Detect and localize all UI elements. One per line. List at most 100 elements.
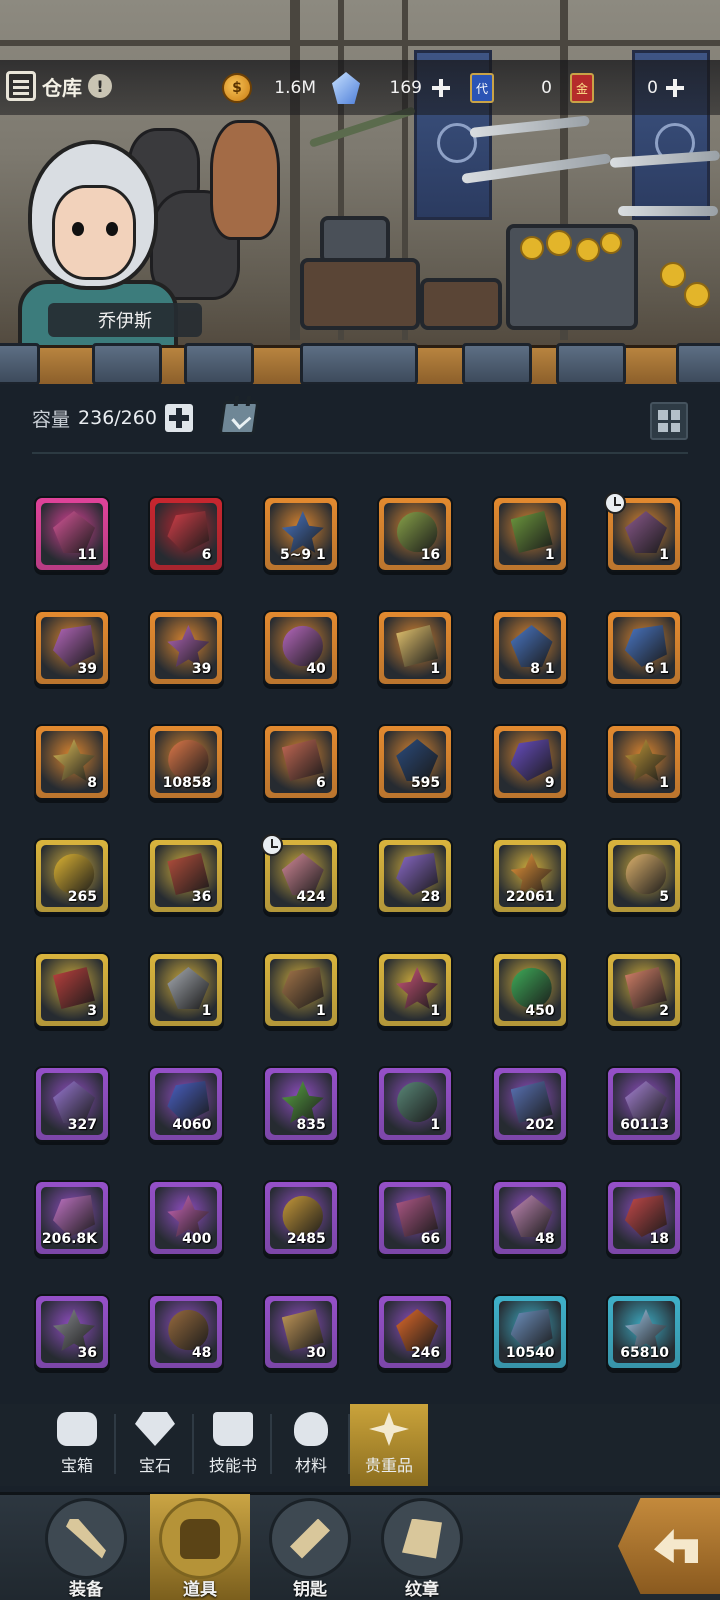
gold-coin-decoration — [520, 236, 544, 260]
item-slot[interactable]: 400 — [148, 1180, 225, 1256]
item-slot[interactable]: 1 — [377, 952, 454, 1028]
gold-coin-decoration — [576, 238, 600, 262]
item-count: 1 — [430, 1003, 441, 1019]
item-slot[interactable]: 18 — [605, 1180, 682, 1256]
nav-icon-wrap — [269, 1498, 351, 1579]
item-count: 327 — [67, 1117, 97, 1133]
nav-label: 钥匙 — [293, 1580, 327, 1600]
item-slot[interactable]: 450 — [491, 952, 568, 1028]
item-slot[interactable]: 8 — [34, 724, 110, 800]
add-crystal-button[interactable] — [430, 77, 452, 99]
item-count: 5 — [659, 889, 669, 905]
nav-items[interactable]: 道具 — [150, 1494, 250, 1600]
item-slot[interactable]: 66 — [377, 1180, 454, 1256]
item-slot[interactable]: 8 1 — [491, 610, 568, 686]
item-slot[interactable]: 9 — [491, 724, 568, 800]
item-slot[interactable]: 3 — [34, 952, 110, 1028]
item-slot[interactable]: 6 — [148, 496, 225, 572]
tab-gem[interactable]: 宝石 — [116, 1404, 194, 1486]
item-slot[interactable]: 11 — [34, 496, 110, 572]
item-slot[interactable]: 16 — [377, 496, 454, 572]
tab-materials[interactable]: 材料 — [272, 1404, 350, 1486]
tab-valuables[interactable]: 贵重品 — [350, 1404, 428, 1486]
item-slot[interactable]: 30 — [262, 1294, 339, 1370]
item-slot-inner: 2485 — [269, 1187, 332, 1249]
item-slot-inner: 40 — [269, 617, 332, 679]
item-slot[interactable]: 6 — [262, 724, 339, 800]
item-slot[interactable]: 39 — [34, 610, 110, 686]
item-slot[interactable]: 4060 — [148, 1066, 225, 1142]
item-slot[interactable]: 28 — [377, 838, 454, 914]
item-slot[interactable]: 10858 — [148, 724, 225, 800]
add-red-ticket-button[interactable] — [664, 77, 686, 99]
calendar-check-icon[interactable] — [218, 401, 260, 435]
item-slot[interactable]: 202 — [491, 1066, 568, 1142]
item-slot[interactable]: 835 — [262, 1066, 339, 1142]
item-slot[interactable]: 595 — [377, 724, 454, 800]
item-slot[interactable]: 1 — [377, 1066, 454, 1142]
item-slot-inner: 16 — [384, 503, 447, 565]
item-slot[interactable]: 10540 — [491, 1294, 568, 1370]
nav-equipment[interactable]: 装备 — [36, 1494, 136, 1600]
item-slot[interactable]: 1 — [603, 492, 682, 572]
item-slot[interactable]: 327 — [34, 1066, 110, 1142]
leather-armor-decoration — [210, 120, 280, 240]
nav-emblem[interactable]: 纹章 — [372, 1494, 472, 1600]
gold-coin-decoration — [600, 232, 622, 254]
item-slot[interactable]: 5 — [605, 838, 682, 914]
item-count: 206.8K — [41, 1231, 97, 1247]
character-eye — [72, 222, 84, 236]
item-slot-inner: 22061 — [498, 845, 561, 907]
item-slot-inner: 424 — [269, 845, 332, 907]
item-slot[interactable]: 206.8K — [34, 1180, 110, 1256]
item-slot[interactable]: 60113 — [605, 1066, 682, 1142]
item-count: 10858 — [162, 775, 212, 791]
item-slot[interactable]: 22061 — [491, 838, 568, 914]
item-slot-inner: 5~9 1 — [269, 503, 332, 565]
item-count: 424 — [296, 889, 326, 905]
item-slot[interactable]: 48 — [491, 1180, 568, 1256]
tab-chest[interactable]: 宝箱 — [38, 1404, 116, 1486]
item-count: 1 — [430, 1117, 441, 1133]
gold-coin-decoration — [684, 282, 710, 308]
item-slot[interactable]: 1 — [605, 724, 682, 800]
item-slot[interactable]: 65810 — [605, 1294, 682, 1370]
item-slot[interactable]: 1 — [377, 610, 454, 686]
tab-skill-book[interactable]: 技能书 — [194, 1404, 272, 1486]
item-count: 5~9 1 — [279, 547, 326, 563]
item-count: 835 — [296, 1117, 326, 1133]
blue-ticket-resource: 代 0 — [470, 72, 556, 104]
nav-icon-wrap — [45, 1498, 127, 1579]
item-slot-inner: 18 — [612, 1187, 675, 1249]
nav-label: 道具 — [183, 1580, 217, 1600]
item-slot[interactable]: 48 — [148, 1294, 225, 1370]
blue-ticket-icon: 代 — [470, 73, 494, 103]
item-slot[interactable]: 40 — [262, 610, 339, 686]
item-count: 65810 — [620, 1345, 669, 1361]
info-icon[interactable]: ! — [88, 74, 112, 98]
item-slot[interactable]: 5~9 1 — [262, 496, 339, 572]
item-slot-inner: 8 1 — [498, 617, 561, 679]
gold-coin-decoration — [546, 230, 572, 256]
item-slot[interactable]: 39 — [148, 610, 225, 686]
item-count: 11 — [77, 547, 97, 563]
character-name-tag[interactable]: 乔伊斯 — [48, 303, 202, 337]
grid-view-toggle[interactable] — [650, 402, 688, 440]
item-slot[interactable]: 6 1 — [605, 610, 682, 686]
item-slot[interactable]: 2485 — [262, 1180, 339, 1256]
item-slot[interactable]: 36 — [34, 1294, 110, 1370]
expand-capacity-button[interactable] — [164, 404, 193, 432]
item-slot-inner: 11 — [41, 503, 103, 565]
item-slot[interactable]: 1 — [491, 496, 568, 572]
item-slot[interactable]: 1 — [262, 952, 339, 1028]
item-slot[interactable]: 2 — [605, 952, 682, 1028]
item-slot[interactable]: 246 — [377, 1294, 454, 1370]
nav-keys[interactable]: 钥匙 — [260, 1494, 360, 1600]
sword-decoration — [618, 206, 718, 216]
item-slot[interactable]: 36 — [148, 838, 225, 914]
nav-icon-wrap — [381, 1498, 463, 1579]
item-slot[interactable]: 265 — [34, 838, 110, 914]
tab-label: 材料 — [294, 1456, 327, 1475]
item-slot[interactable]: 1 — [148, 952, 225, 1028]
item-slot[interactable]: 424 — [260, 834, 339, 914]
